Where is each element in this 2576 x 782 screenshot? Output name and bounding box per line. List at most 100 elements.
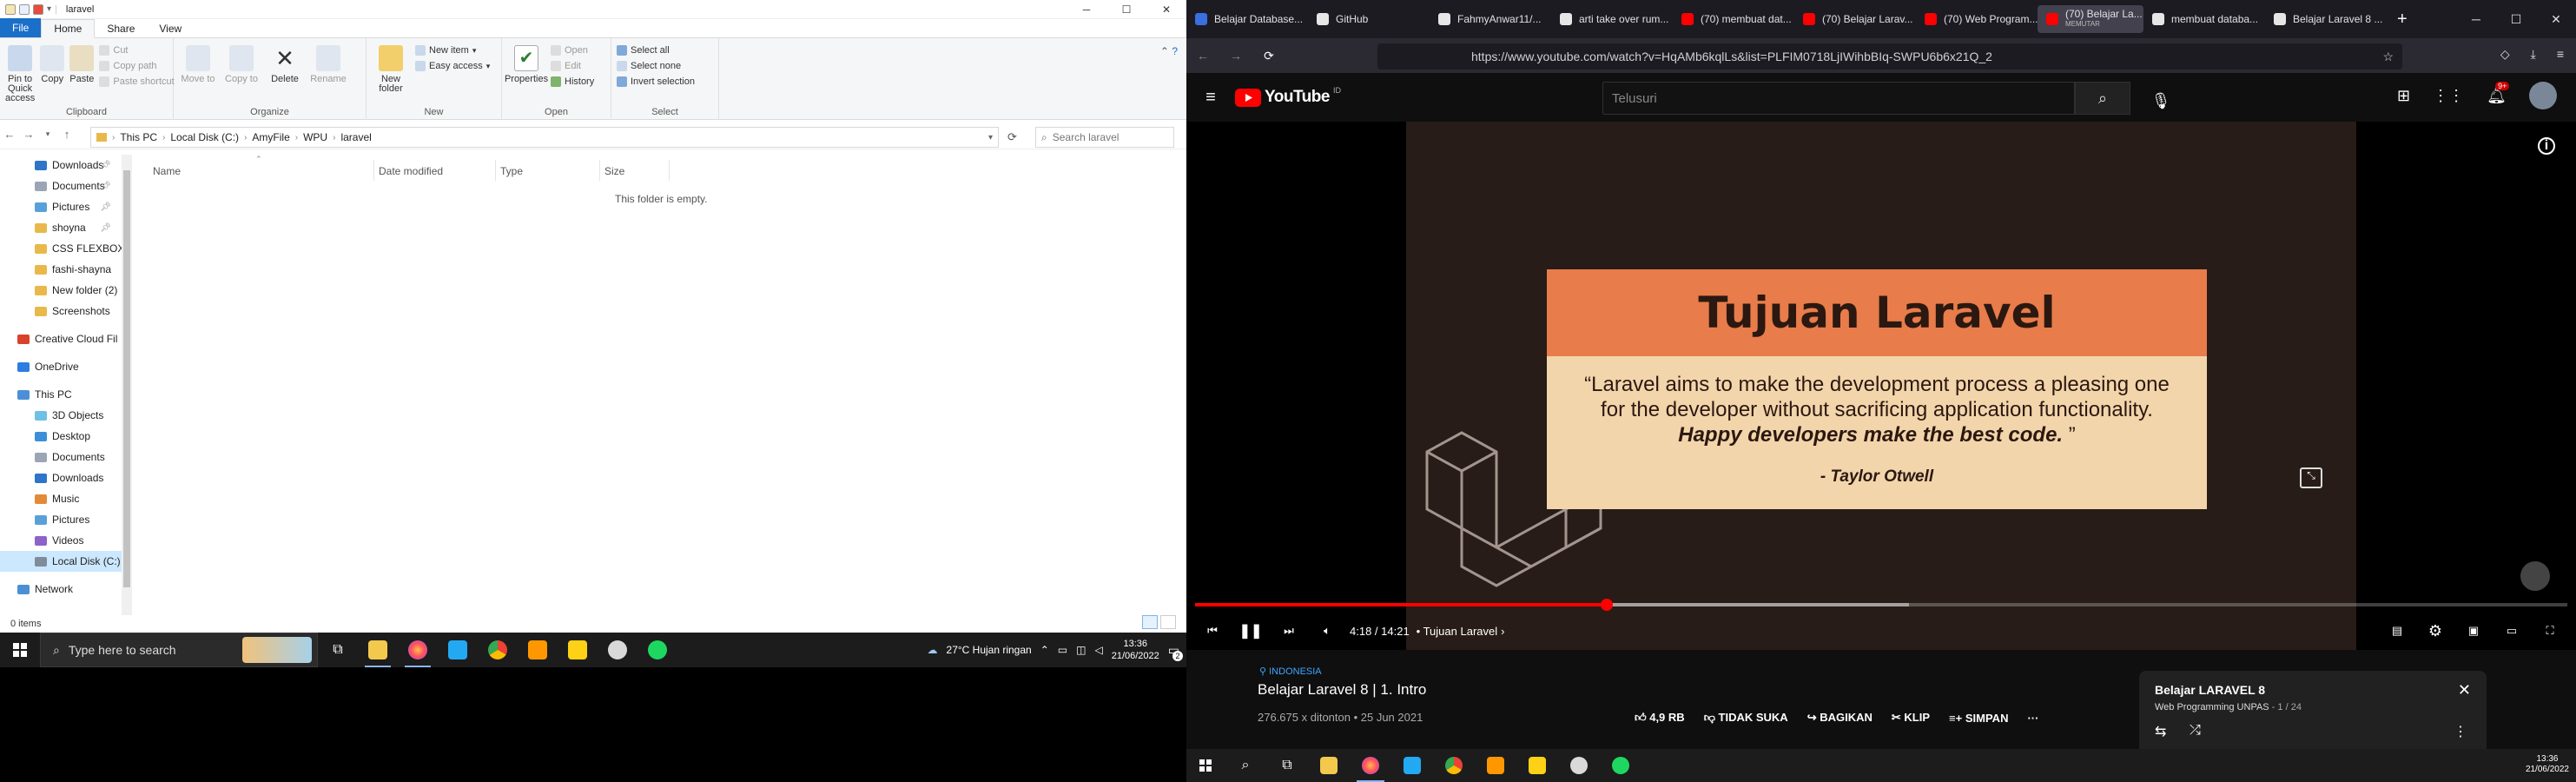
youtube-search-input[interactable]: Telusuri — [1602, 82, 2075, 115]
start-button[interactable] — [0, 633, 40, 667]
paste-shortcut-button[interactable]: Paste shortcut — [99, 76, 175, 87]
bookmark-star-icon[interactable]: ☆ — [2382, 50, 2394, 64]
downloads-icon[interactable]: ⤓ — [2531, 47, 2536, 62]
close-icon[interactable]: ✕ — [2458, 681, 2471, 699]
hamburger-menu-icon[interactable]: ≡ — [1186, 88, 1235, 108]
playlist-channel[interactable]: Web Programming UNPAS — [2155, 702, 2269, 712]
taskbar-chrome[interactable] — [1433, 749, 1475, 782]
new-item-button[interactable]: New item ▾ — [415, 45, 490, 56]
large-icons-view-icon[interactable] — [1160, 615, 1176, 629]
nav-item[interactable]: This PC — [0, 384, 130, 405]
nav-item[interactable]: 3D Objects — [0, 405, 130, 426]
youtube-logo[interactable]: YouTube ID — [1235, 86, 1341, 107]
help-icon[interactable]: ? — [1172, 45, 1178, 57]
playlist-title[interactable]: Belajar LARAVEL 8 — [2155, 683, 2265, 697]
nav-item[interactable]: Downloads — [0, 467, 130, 488]
tab-view[interactable]: View — [147, 20, 194, 37]
weather-text[interactable]: 27°C Hujan ringan — [947, 644, 1032, 656]
edit-button[interactable]: Edit — [551, 61, 594, 71]
nav-item[interactable]: Videos — [0, 530, 130, 551]
select-none-button[interactable]: Select none — [617, 61, 695, 71]
taskbar-spotify[interactable] — [1600, 749, 1641, 782]
forward-arrow-icon[interactable]: → — [19, 128, 38, 141]
taskbar-spotify[interactable] — [637, 633, 677, 667]
details-view-icon[interactable] — [1142, 615, 1158, 629]
nav-item[interactable]: Documents — [0, 447, 130, 467]
breadcrumb-this-pc[interactable]: This PC — [115, 131, 162, 143]
taskbar-file-explorer[interactable] — [1308, 749, 1350, 782]
task-view-button[interactable]: ⧉ — [1266, 749, 1308, 782]
shuffle-icon[interactable]: ⤮ — [2190, 723, 2201, 739]
taskbar-search-input[interactable]: Type here to search — [69, 643, 176, 657]
chevron-up-icon[interactable]: ⌃ — [1160, 45, 1169, 57]
progress-scrubber[interactable] — [1601, 599, 1613, 611]
miniplayer-expand-icon[interactable]: ⤡ — [2300, 467, 2322, 488]
breadcrumb-amyfile[interactable]: AmyFile — [247, 131, 294, 143]
notifications-bell-icon[interactable]: 🔔︎ 9+ — [2487, 81, 2510, 105]
mute-button[interactable]: 🔈︎ — [1308, 613, 1346, 648]
close-button[interactable]: ✕ — [1146, 0, 1186, 19]
taskbar-app[interactable] — [598, 633, 637, 667]
menu-icon[interactable]: ≡ — [2557, 47, 2564, 62]
share-button[interactable]: ↪ BAGIKAN — [1807, 711, 1873, 725]
nav-item[interactable]: Pictures — [0, 509, 130, 530]
nav-item[interactable]: Screenshots — [0, 301, 130, 321]
dislike-button[interactable]: 👎︎ TIDAK SUKA — [1704, 711, 1788, 725]
taskbar-sublime[interactable] — [1475, 749, 1516, 782]
select-all-button[interactable]: Select all — [617, 45, 695, 56]
minimize-button[interactable]: ─ — [2456, 0, 2496, 38]
taskbar-app[interactable] — [1558, 749, 1600, 782]
taskbar-vscode[interactable] — [438, 633, 478, 667]
search-box[interactable]: ⌕ Search laravel — [1035, 127, 1174, 148]
easy-access-button[interactable]: Easy access ▾ — [415, 61, 490, 71]
save-button[interactable]: ≡+ SIMPAN — [1949, 712, 2008, 725]
address-bar[interactable]: › This PC › Local Disk (C:) › AmyFile › WPU… — [90, 127, 999, 148]
clip-button[interactable]: ✂ KLIP — [1892, 711, 1930, 725]
maximize-button[interactable]: ☐ — [2496, 0, 2536, 38]
invert-selection-button[interactable]: Invert selection — [617, 76, 695, 87]
column-divider[interactable] — [599, 160, 600, 181]
browser-tab[interactable]: arti take over rum... — [1551, 5, 1673, 33]
clock[interactable]: 13:36 21/06/2022 — [1112, 638, 1159, 662]
browser-tab[interactable]: Belajar Database... — [1186, 5, 1308, 33]
notification-icon[interactable]: ▭ 2 — [1168, 643, 1183, 661]
battery-icon[interactable]: ▭ — [1058, 644, 1067, 656]
create-video-icon[interactable]: ⊞ — [2397, 87, 2410, 105]
miniplayer-button[interactable]: ▣ — [2454, 613, 2493, 648]
more-vertical-icon[interactable]: ⋮ — [2454, 723, 2467, 740]
settings-button[interactable]: ⚙︎ — [2416, 613, 2454, 648]
column-date-modified[interactable]: Date modified — [379, 165, 443, 177]
start-button[interactable] — [1186, 749, 1225, 782]
taskbar-sticky-notes[interactable] — [1516, 749, 1558, 782]
breadcrumb-local-disk[interactable]: Local Disk (C:) — [165, 131, 244, 143]
taskbar-sublime[interactable] — [518, 633, 558, 667]
back-arrow-icon[interactable]: ← — [0, 128, 19, 141]
column-type[interactable]: Type — [500, 165, 523, 177]
nav-item[interactable]: shoyna 📌︎ — [0, 217, 130, 238]
nav-scrollbar[interactable] — [122, 155, 132, 615]
pause-button[interactable]: ❚❚ — [1232, 613, 1270, 648]
reload-icon[interactable]: ⟳ — [1252, 49, 1285, 63]
loop-icon[interactable]: ⇆ — [2155, 723, 2166, 740]
browser-tab[interactable]: (70) Belajar Larav... — [1794, 5, 1916, 33]
up-arrow-icon[interactable]: ↑ — [57, 128, 76, 141]
task-view-button[interactable]: ⧉ — [318, 633, 358, 667]
chevron-right-icon[interactable]: › — [1501, 625, 1504, 638]
fullscreen-button[interactable]: ⛶ — [2531, 613, 2569, 648]
tab-file[interactable]: File — [0, 18, 42, 37]
minimize-button[interactable]: ─ — [1067, 0, 1106, 19]
column-divider[interactable] — [495, 160, 496, 181]
browser-tab[interactable]: membuat databa... — [2143, 5, 2265, 33]
video-player[interactable]: Tujuan Laravel “Laravel aims to make the… — [1186, 122, 2576, 650]
info-icon[interactable]: i — [2538, 137, 2555, 155]
url-text[interactable]: https://www.youtube.com/watch?v=HqAMb6kq… — [1471, 50, 1992, 63]
nav-item[interactable]: CSS FLEXBOX — [0, 238, 130, 259]
network-icon[interactable]: ◫ — [1076, 644, 1086, 656]
browser-tab[interactable]: (70) membuat dat... — [1673, 5, 1794, 33]
pocket-icon[interactable]: ◇ — [2500, 47, 2510, 62]
column-name[interactable]: Name — [153, 165, 181, 177]
subtitles-button[interactable]: ▤ — [2378, 613, 2416, 648]
nav-item[interactable]: Creative Cloud Fil — [0, 328, 130, 349]
chapter-title[interactable]: • Tujuan Laravel — [1417, 625, 1497, 638]
nav-item[interactable]: Music — [0, 488, 130, 509]
